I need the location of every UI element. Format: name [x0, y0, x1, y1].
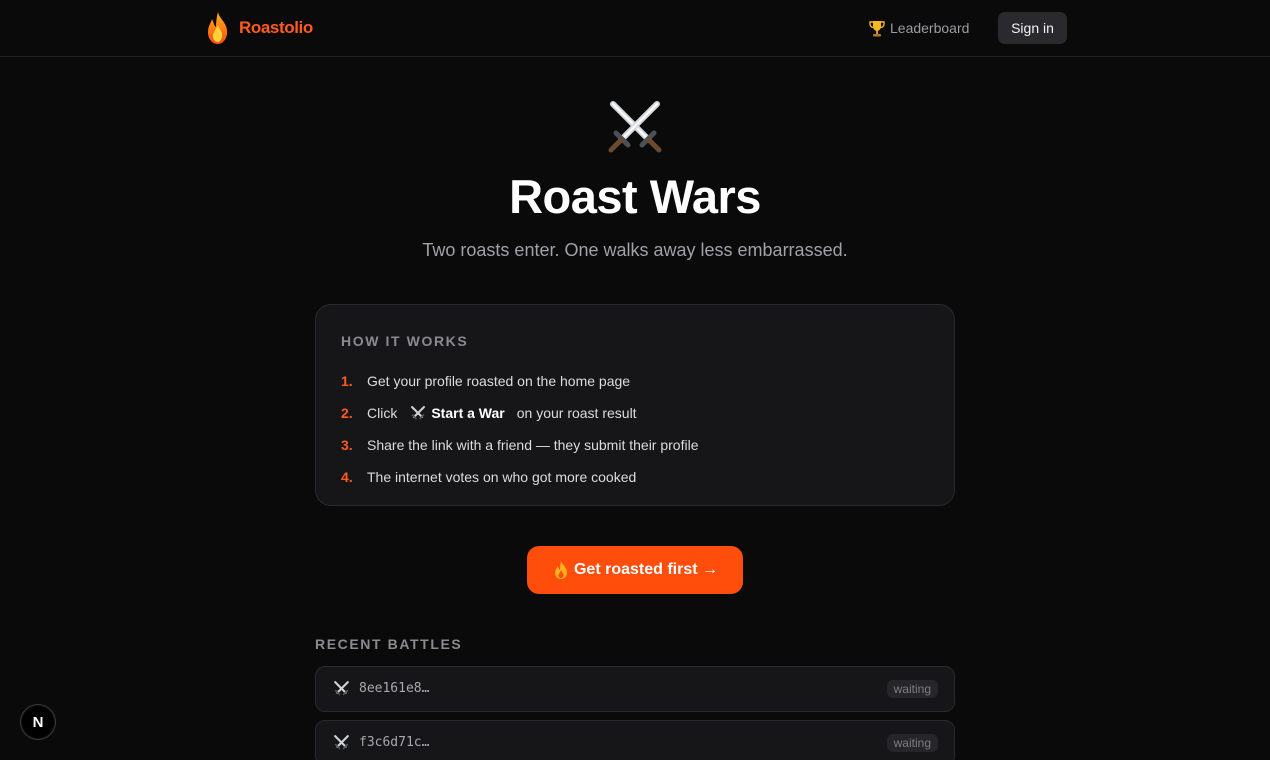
step-number: 3. [341, 437, 353, 453]
step-text-prefix: Click [367, 405, 398, 421]
crossed-swords-icon [608, 101, 662, 153]
step-item: 4. The internet votes on who got more co… [341, 461, 931, 493]
get-roasted-label: Get roasted first → [573, 561, 719, 578]
step-item: 2. Click Start a War on your roast resul… [341, 397, 931, 429]
battle-row[interactable]: 8ee161e8… waiting [315, 666, 955, 712]
steps-list: 1. Get your profile roasted on the home … [341, 365, 931, 493]
step-text: Share the link with a friend — they subm… [367, 437, 699, 453]
top-nav: Roastolio Leaderboard Sign in [0, 0, 1270, 57]
status-badge: waiting [886, 734, 938, 752]
status-badge: waiting [886, 680, 938, 698]
start-war-reference: Start a War [409, 404, 505, 422]
battle-id: f3c6d71c… [359, 735, 430, 750]
battle-id: 8ee161e8… [359, 681, 430, 696]
crossed-swords-icon [411, 406, 426, 420]
leaderboard-link[interactable]: Leaderboard [868, 16, 969, 40]
recent-battles-heading: RECENT BATTLES [315, 636, 463, 652]
step-text-suffix: on your roast result [516, 405, 637, 421]
step-text: Get your profile roasted on the home pag… [367, 373, 631, 389]
page-subtitle: Two roasts enter. One walks away less em… [422, 240, 848, 260]
step-number: 2. [341, 405, 353, 421]
crossed-swords-icon [334, 735, 349, 750]
fire-icon [554, 561, 567, 579]
nextjs-dev-indicator[interactable]: N [20, 704, 56, 740]
page-title: Roast Wars [509, 170, 761, 223]
flame-icon [208, 12, 228, 44]
trophy-icon [869, 21, 885, 37]
battle-row[interactable]: f3c6d71c… waiting [315, 720, 955, 760]
how-it-works-card: HOW IT WORKS 1. Get your profile roasted… [315, 304, 955, 506]
start-war-label: Start a War [431, 405, 505, 421]
step-text: The internet votes on who got more cooke… [367, 469, 637, 485]
sign-in-button[interactable]: Sign in [998, 12, 1067, 44]
brand-logo-link[interactable]: Roastolio [205, 11, 313, 45]
crossed-swords-icon [334, 681, 349, 696]
how-it-works-heading: HOW IT WORKS [341, 333, 469, 349]
step-number: 1. [341, 373, 353, 389]
step-number: 4. [341, 469, 353, 485]
step-item: 1. Get your profile roasted on the home … [341, 365, 931, 397]
nextjs-logo-icon: N [32, 713, 44, 731]
get-roasted-button[interactable]: Get roasted first → [527, 546, 743, 594]
leaderboard-label: Leaderboard [890, 20, 970, 36]
step-item: 3. Share the link with a friend — they s… [341, 429, 931, 461]
brand-name: Roastolio [239, 18, 313, 37]
